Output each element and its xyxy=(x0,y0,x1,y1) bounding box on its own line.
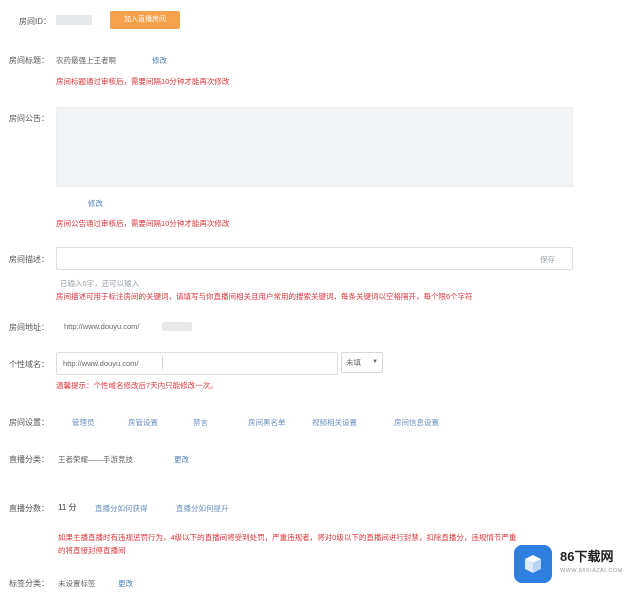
custom-url-hint: 温馨提示：个性域名修改后7天内只能修改一次。 xyxy=(56,381,218,390)
settings-link-admin[interactable]: 管理员 xyxy=(72,417,95,428)
room-id-label: 房间ID： xyxy=(19,17,51,26)
chevron-down-icon: ▼ xyxy=(372,359,378,365)
live-category-value: 王者荣耀——手游竞技 xyxy=(58,455,133,464)
room-url-value: http://www.douyu.com/ xyxy=(64,322,140,331)
tag-category-label: 标签分类： xyxy=(9,579,49,588)
room-desc-counter: 已输入0字，还可以输入 xyxy=(60,279,140,288)
room-desc-save-button[interactable]: 保存 xyxy=(540,254,555,265)
settings-link-info[interactable]: 房间信息设置 xyxy=(394,417,439,428)
room-desc-label: 房间描述： xyxy=(9,255,49,264)
tag-category-edit-link[interactable]: 更改 xyxy=(118,578,133,589)
tag-category-value: 未设置标签 xyxy=(58,579,96,588)
cube-icon xyxy=(525,555,541,573)
room-title-edit-link[interactable]: 修改 xyxy=(152,55,167,66)
join-live-room-button[interactable]: 加入直播房间 xyxy=(110,11,180,29)
room-desc-hint: 房间描述可用于标注房间的关键词，请填写与你直播间相关且用户常用的搜索关键词，每条… xyxy=(56,292,473,301)
room-notice-label: 房间公告： xyxy=(9,114,49,123)
room-title-value: 农药最强上王者啊 xyxy=(56,56,116,65)
settings-link-video[interactable]: 视频相关设置 xyxy=(312,417,357,428)
room-title-label: 房间标题： xyxy=(9,56,49,65)
live-category-label: 直播分类： xyxy=(9,455,49,464)
room-desc-input[interactable] xyxy=(56,247,573,270)
room-url-id xyxy=(162,322,192,331)
room-notice-textarea[interactable] xyxy=(56,107,573,187)
room-url-label: 房间地址： xyxy=(9,323,49,332)
room-notice-hint: 房间公告通过审核后，需要间隔10分钟才能再次修改 xyxy=(56,219,230,228)
settings-link-mute[interactable]: 禁言 xyxy=(193,417,208,428)
custom-url-label: 个性域名： xyxy=(9,360,49,369)
watermark-logo xyxy=(514,545,552,583)
watermark-url: WWW.86XIAZAI.COM xyxy=(560,568,623,574)
live-score-label: 直播分数： xyxy=(9,504,49,513)
room-title-hint: 房间标题通过审核后，需要间隔10分钟才能再次修改 xyxy=(56,77,230,86)
live-score-link-gain[interactable]: 直播分如何获得 xyxy=(95,503,148,514)
live-score-value: 11 分 xyxy=(58,503,77,512)
live-category-edit-link[interactable]: 更改 xyxy=(174,454,189,465)
room-settings-label: 房间设置： xyxy=(9,418,49,427)
live-score-hint: 如果主播直播时有违规惩罚行为，4级以下的直播间将受到处罚，严重违规者，将对0级以… xyxy=(58,533,517,555)
custom-url-prefix: http://www.douyu.com/ xyxy=(63,359,139,368)
custom-url-status-select[interactable]: 未填 ▼ xyxy=(341,352,383,373)
settings-link-blacklist[interactable]: 房间黑名单 xyxy=(248,417,286,428)
settings-link-room-admin[interactable]: 房管设置 xyxy=(128,417,158,428)
room-notice-edit-link[interactable]: 修改 xyxy=(88,198,103,209)
live-score-link-improve[interactable]: 直播分如何提升 xyxy=(176,503,229,514)
custom-url-status-value: 未填 xyxy=(346,358,361,367)
watermark-brand: 86下载网 xyxy=(560,549,614,564)
custom-url-divider xyxy=(162,356,163,369)
room-id-value xyxy=(56,15,92,25)
